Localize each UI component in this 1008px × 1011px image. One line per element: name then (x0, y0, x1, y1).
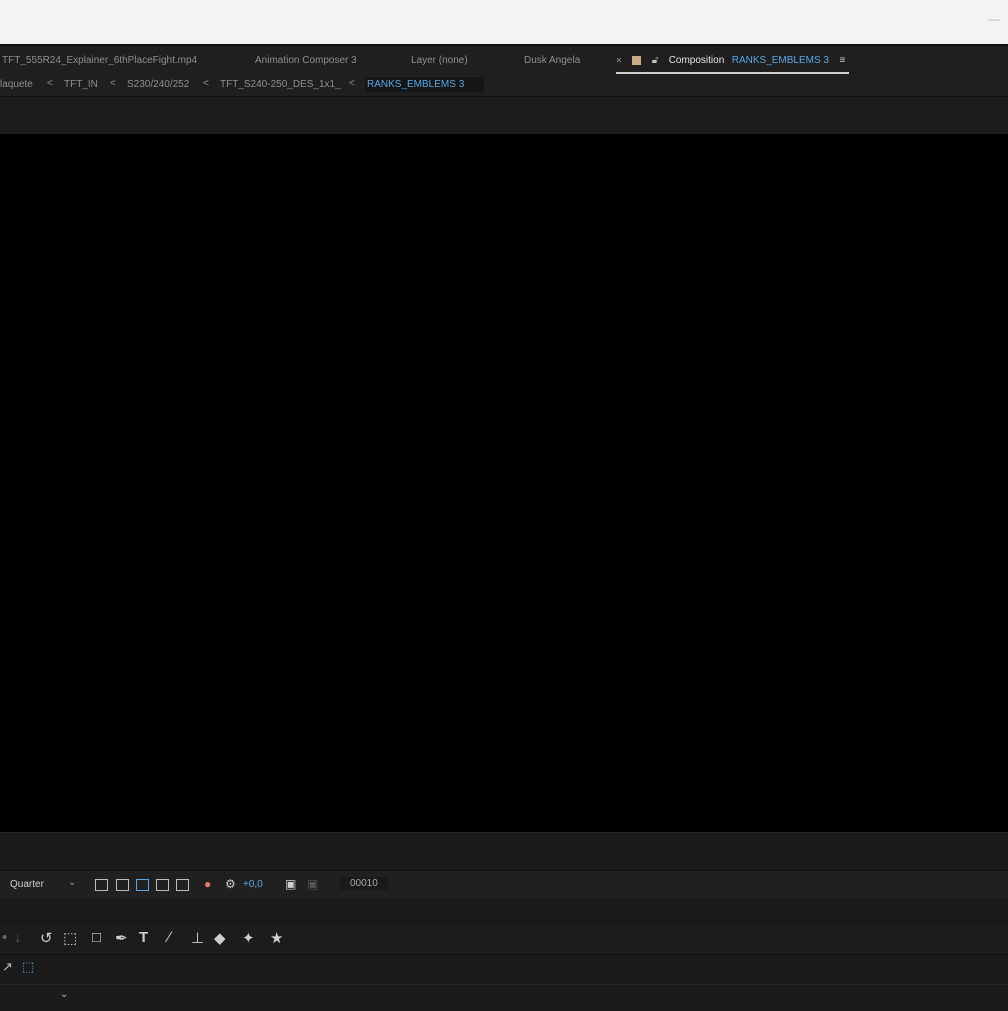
lock-icon[interactable]: 🔓︎ (652, 55, 658, 66)
composition-label: Composition (668, 55, 725, 67)
tab-animation-composer[interactable]: Animation Composer 3 (255, 55, 357, 66)
panel-divider (0, 898, 1008, 924)
panel-tab-bar: TFT_555R24_Explainer_6thPlaceFight.mp4 A… (0, 44, 1008, 76)
composition-name: RANKS_EMBLEMS 3 (731, 55, 829, 67)
bottom-panel-header: ⌄ (0, 984, 1008, 1011)
panel-menu-icon[interactable]: ≡ (839, 55, 845, 66)
tab-composition[interactable]: × 🔓︎ Composition RANKS_EMBLEMS 3 ≡ (616, 52, 850, 74)
transparency-grid-icon[interactable] (116, 879, 129, 891)
clone-stamp-tool-icon[interactable]: ⊥ (191, 929, 204, 947)
breadcrumb-item[interactable]: S230/240/252 (127, 79, 189, 90)
fast-previews-icon[interactable] (95, 879, 108, 891)
snap-target-icon[interactable]: ⬚ (22, 959, 34, 975)
snapping-icon[interactable]: ↗ (2, 959, 13, 975)
chevron-left-icon: < (110, 78, 116, 89)
viewer-controls-bar: Quarter ⌄ ● ⚙ +0,0 ▣ ▣ 00010 (0, 870, 1008, 899)
tab-dusk-angela[interactable]: Dusk Angela (524, 55, 580, 66)
region-of-interest-icon[interactable] (156, 879, 169, 891)
chevron-left-icon: < (349, 78, 355, 89)
chevron-left-icon: < (203, 78, 209, 89)
text-tool-icon[interactable]: T (139, 929, 148, 946)
close-icon[interactable]: × (616, 55, 622, 66)
viewer-footer-area (0, 832, 1008, 871)
roto-brush-tool-icon[interactable]: ✦ (242, 929, 255, 947)
show-snapshot-icon[interactable]: ▣ (307, 877, 318, 891)
viewer-header (0, 96, 1008, 135)
exposure-value[interactable]: +0,0 (243, 879, 263, 890)
chevron-down-icon[interactable]: ⌄ (68, 877, 76, 888)
title-bar: — (0, 0, 1008, 44)
guides-icon[interactable] (176, 879, 189, 891)
breadcrumb-item[interactable]: TFT_IN (64, 79, 98, 90)
down-arrow-icon[interactable]: ↓ (14, 929, 22, 946)
rectangle-tool-icon[interactable]: □ (92, 929, 101, 946)
channels-icon[interactable]: ● (204, 877, 211, 891)
snapshot-camera-icon[interactable]: ▣ (285, 877, 296, 891)
tab-footage[interactable]: TFT_555R24_Explainer_6thPlaceFight.mp4 (2, 55, 197, 66)
secondary-toolbar: ↗ ⬚ (0, 954, 1008, 985)
color-swatch-icon (632, 56, 642, 66)
tab-layer[interactable]: Layer (none) (411, 55, 468, 66)
puppet-pin-tool-icon[interactable]: ★ (270, 929, 283, 947)
mask-visibility-icon[interactable] (136, 879, 149, 891)
chevron-down-icon[interactable]: ⌄ (60, 989, 68, 1000)
brush-tool-icon[interactable]: ∕ (168, 929, 171, 946)
resolution-select[interactable]: Quarter (10, 879, 44, 890)
pen-tool-icon[interactable]: ✒︎ (115, 929, 128, 947)
pan-behind-icon[interactable]: • (2, 929, 7, 946)
breadcrumb-item[interactable]: TFT_S240-250_DES_1x1_ (220, 79, 341, 90)
breadcrumb-item[interactable]: laquete (0, 79, 33, 90)
breadcrumb-current[interactable]: RANKS_EMBLEMS 3 (365, 77, 485, 92)
chevron-left-icon: < (47, 78, 53, 89)
tools-toolbar: • ↓ ↺ ⬚ □ ✒︎ T ∕ ⊥ ◆ ✦ ★ (0, 924, 1008, 954)
camera-tool-icon[interactable]: ⬚ (63, 929, 77, 947)
rotate-tool-icon[interactable]: ↺ (40, 929, 53, 947)
color-management-icon[interactable]: ⚙ (225, 877, 236, 891)
breadcrumb: laquete < TFT_IN < S230/240/252 < TFT_S2… (0, 74, 1008, 96)
timecode-display[interactable]: 00010 (340, 877, 388, 890)
eraser-tool-icon[interactable]: ◆ (214, 929, 226, 947)
minimize-icon[interactable]: — (988, 12, 1000, 26)
composition-viewer[interactable] (0, 134, 1008, 832)
